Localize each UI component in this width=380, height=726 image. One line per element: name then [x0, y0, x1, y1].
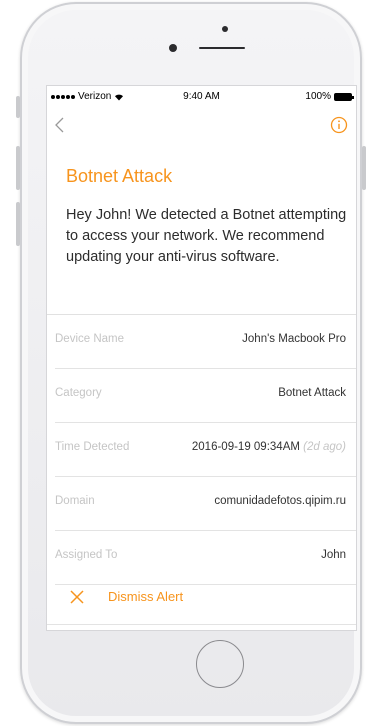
dismiss-alert-button[interactable]: Dismiss Alert — [47, 580, 356, 625]
proximity-sensor — [222, 26, 228, 32]
power-button — [362, 146, 366, 190]
battery-percent: 100% — [305, 91, 331, 102]
volume-up-button — [16, 146, 20, 190]
earpiece-speaker — [199, 47, 245, 49]
mute-switch — [16, 96, 20, 118]
detail-value: John's Macbook Pro — [242, 333, 346, 345]
detail-value: Botnet Attack — [278, 387, 346, 399]
home-button[interactable] — [196, 640, 244, 688]
status-bar: Verizon 9:40 AM 100% — [47, 86, 356, 106]
detail-row-category: Category Botnet Attack — [55, 369, 356, 423]
screen: Verizon 9:40 AM 100% Botnet Attack Hey J… — [46, 85, 357, 631]
dismiss-alert-label: Dismiss Alert — [108, 589, 184, 604]
front-camera — [169, 44, 177, 52]
detail-row-domain: Domain comunidadefotos.qipim.ru — [55, 477, 356, 531]
close-icon — [70, 590, 84, 604]
detail-row-time-detected: Time Detected 2016-09-19 09:34AM (2d ago… — [55, 423, 356, 477]
chevron-left-icon[interactable] — [53, 116, 67, 134]
detail-label: Category — [55, 387, 102, 399]
detail-row-assigned-to: Assigned To John — [55, 531, 356, 585]
alert-message: Hey John! We detected a Botnet attemptin… — [66, 207, 347, 265]
details-list: Device Name John's Macbook Pro Category … — [47, 315, 356, 585]
detail-row-device-name: Device Name John's Macbook Pro — [55, 315, 356, 369]
info-circle-icon[interactable] — [330, 116, 348, 134]
alert-title: Botnet Attack — [66, 166, 173, 186]
volume-down-button — [16, 202, 20, 246]
detail-label: Device Name — [55, 333, 125, 345]
status-right: 100% — [305, 91, 354, 102]
battery-icon — [334, 92, 354, 101]
detail-value: comunidadefotos.qipim.ru — [214, 495, 346, 507]
detail-relative-time: (2d ago) — [303, 441, 346, 453]
detail-value-wrap: 2016-09-19 09:34AM (2d ago) — [192, 441, 346, 453]
detail-label: Domain — [55, 495, 95, 507]
detail-value: 2016-09-19 09:34AM — [191, 441, 300, 453]
nav-bar — [47, 110, 356, 138]
detail-label: Assigned To — [55, 549, 118, 561]
detail-label: Time Detected — [55, 441, 130, 453]
detail-value: John — [321, 549, 346, 561]
